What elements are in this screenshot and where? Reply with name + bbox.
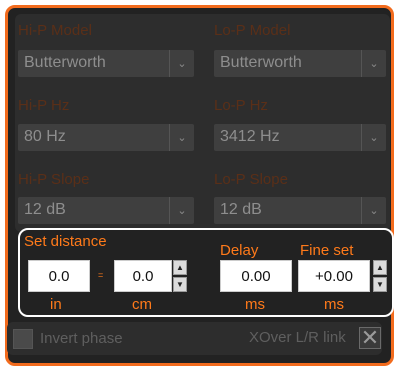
distance-inches-input[interactable]: 0.0 <box>28 260 90 292</box>
lop-hz-value: 3412 Hz <box>220 128 280 145</box>
hip-model-value: Butterworth <box>24 54 106 71</box>
fine-set-input[interactable]: +0.00 <box>298 260 370 292</box>
lop-slope-value: 12 dB <box>220 201 262 218</box>
spin-up-icon[interactable]: ▲ <box>373 260 387 275</box>
hip-model-dropdown[interactable]: Butterworth ⌄ <box>18 50 194 77</box>
fine-set-label: Fine set <box>300 242 354 259</box>
invert-phase-label: Invert phase <box>40 330 123 347</box>
delay-unit: ms <box>245 296 265 313</box>
filter-settings-group: Hi-P Model Butterworth ⌄ Lo-P Model Butt… <box>15 14 390 232</box>
delay-input[interactable]: 0.00 <box>220 260 292 292</box>
hip-model-label: Hi-P Model <box>18 22 92 39</box>
spin-down-icon[interactable]: ▼ <box>173 277 187 292</box>
fine-set-stepper[interactable]: ▲ ▼ <box>373 260 387 292</box>
hip-hz-value: 80 Hz <box>24 128 66 145</box>
xover-link-checkbox[interactable]: ✕ <box>359 327 381 349</box>
lop-model-value: Butterworth <box>220 54 302 71</box>
set-distance-label: Set distance <box>24 233 107 250</box>
distance-delay-group: Set distance Delay Fine set 0.0 = 0.0 ▲ … <box>18 228 394 317</box>
lop-hz-dropdown[interactable]: 3412 Hz ⌄ <box>214 124 386 151</box>
lop-slope-label: Lo-P Slope <box>214 171 288 188</box>
hip-slope-dropdown[interactable]: 12 dB ⌄ <box>18 197 194 224</box>
lop-model-label: Lo-P Model <box>214 22 291 39</box>
hip-slope-label: Hi-P Slope <box>18 171 90 188</box>
inches-unit: in <box>50 296 62 313</box>
options-row: Invert phase XOver L/R link ✕ <box>7 322 382 355</box>
lop-hz-label: Lo-P Hz <box>214 97 268 114</box>
distance-cm-input[interactable]: 0.0 <box>114 260 172 292</box>
equals-symbol: = <box>98 270 104 280</box>
distance-cm-stepper[interactable]: ▲ ▼ <box>173 260 187 292</box>
chevron-down-icon[interactable]: ⌄ <box>361 124 386 151</box>
cm-unit: cm <box>132 296 152 313</box>
chevron-down-icon[interactable]: ⌄ <box>169 197 194 224</box>
hip-hz-label: Hi-P Hz <box>18 97 70 114</box>
chevron-down-icon[interactable]: ⌄ <box>169 50 194 77</box>
hip-hz-dropdown[interactable]: 80 Hz ⌄ <box>18 124 194 151</box>
fine-set-unit: ms <box>324 296 344 313</box>
spin-up-icon[interactable]: ▲ <box>173 260 187 275</box>
delay-label: Delay <box>220 242 259 259</box>
x-mark-icon: ✕ <box>360 325 380 350</box>
invert-phase-checkbox[interactable] <box>13 329 33 349</box>
chevron-down-icon[interactable]: ⌄ <box>361 50 386 77</box>
spin-down-icon[interactable]: ▼ <box>373 277 387 292</box>
xover-link-label: XOver L/R link <box>249 329 346 346</box>
lop-model-dropdown[interactable]: Butterworth ⌄ <box>214 50 386 77</box>
chevron-down-icon[interactable]: ⌄ <box>169 124 194 151</box>
chevron-down-icon[interactable]: ⌄ <box>361 197 386 224</box>
hip-slope-value: 12 dB <box>24 201 66 218</box>
lop-slope-dropdown[interactable]: 12 dB ⌄ <box>214 197 386 224</box>
